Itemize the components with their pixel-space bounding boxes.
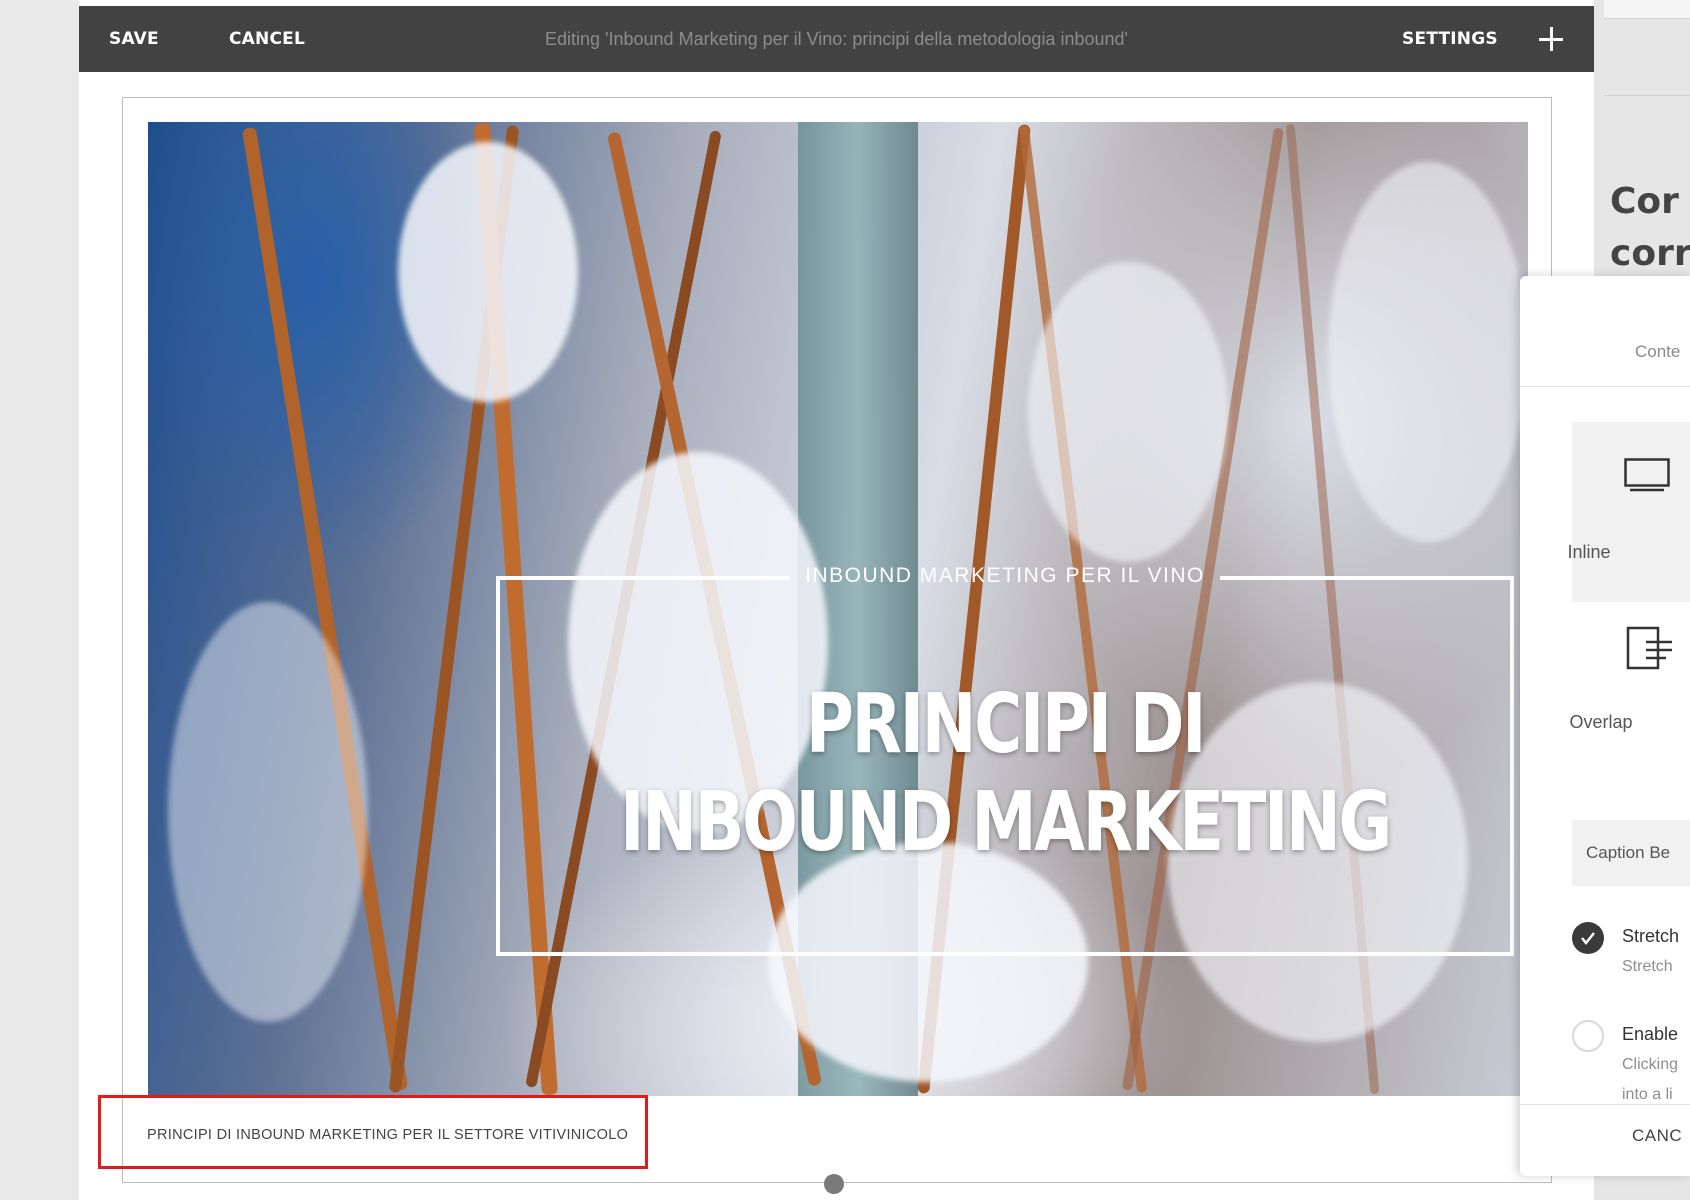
layout-option-overlap[interactable]: Overlap xyxy=(1569,606,1690,786)
left-gutter xyxy=(0,0,79,1200)
stretch-option-subtitle: Stretch xyxy=(1622,958,1673,975)
block-resize-handle[interactable] xyxy=(824,1174,844,1194)
add-icon[interactable] xyxy=(1536,24,1566,54)
check-icon xyxy=(1581,932,1595,946)
stretch-checkbox[interactable] xyxy=(1572,922,1604,954)
image-caption[interactable]: PRINCIPI DI INBOUND MARKETING PER IL SET… xyxy=(147,1127,628,1143)
settings-button[interactable]: SETTINGS xyxy=(1402,6,1498,72)
snow-clump xyxy=(398,142,578,402)
headline-line-2: INBOUND MARKETING xyxy=(620,775,1392,870)
hero-headline: PRINCIPI DI INBOUND MARKETING xyxy=(601,676,1409,872)
tab-content[interactable]: Conte xyxy=(1635,342,1680,362)
overlap-layout-icon xyxy=(1626,626,1672,670)
enable-option-subtitle-2: into a li xyxy=(1622,1086,1673,1103)
right-divider xyxy=(1604,95,1690,96)
enable-checkbox[interactable] xyxy=(1572,1020,1604,1052)
right-top-strip xyxy=(1604,0,1690,19)
enable-option-subtitle: Clicking xyxy=(1622,1056,1679,1073)
tab-divider xyxy=(1520,386,1690,387)
headline-line-1: PRINCIPI DI xyxy=(805,677,1207,772)
hero-image[interactable]: INBOUND MARKETING PER IL VINO PRINCIPI D… xyxy=(148,122,1528,1096)
caption-behavior-select[interactable]: Caption Be xyxy=(1572,820,1690,886)
enable-option-title: Enable xyxy=(1622,1024,1679,1044)
snow-clump xyxy=(1028,262,1228,562)
monitor-icon xyxy=(1624,458,1670,492)
image-settings-panel: Conte Inline Overlap Caption Be Stretch … xyxy=(1520,276,1690,1176)
hero-kicker: INBOUND MARKETING PER IL VINO xyxy=(805,564,1205,587)
panel-footer-divider xyxy=(1520,1104,1690,1105)
layout-label-inline: Inline xyxy=(1567,542,1611,562)
heading-line-1: Cor xyxy=(1610,181,1679,222)
panel-cancel-button[interactable]: CANC xyxy=(1632,1126,1682,1146)
background-page-heading: Cor corr xyxy=(1610,176,1690,280)
snow-clump xyxy=(1328,162,1528,542)
editing-title: Editing 'Inbound Marketing per il Vino: … xyxy=(545,29,1128,49)
stretch-option-title: Stretch xyxy=(1622,926,1680,946)
title-overlay-frame: INBOUND MARKETING PER IL VINO PRINCIPI D… xyxy=(496,564,1514,956)
snow-clump xyxy=(168,602,368,1022)
heading-line-2: corr xyxy=(1610,233,1690,274)
editor-toolbar: Editing 'Inbound Marketing per il Vino: … xyxy=(79,6,1594,72)
save-button[interactable]: SAVE xyxy=(109,6,159,72)
layout-option-inline[interactable]: Inline xyxy=(1567,422,1690,602)
cancel-button[interactable]: CANCEL xyxy=(229,6,305,72)
layout-label-overlap: Overlap xyxy=(1569,712,1633,732)
